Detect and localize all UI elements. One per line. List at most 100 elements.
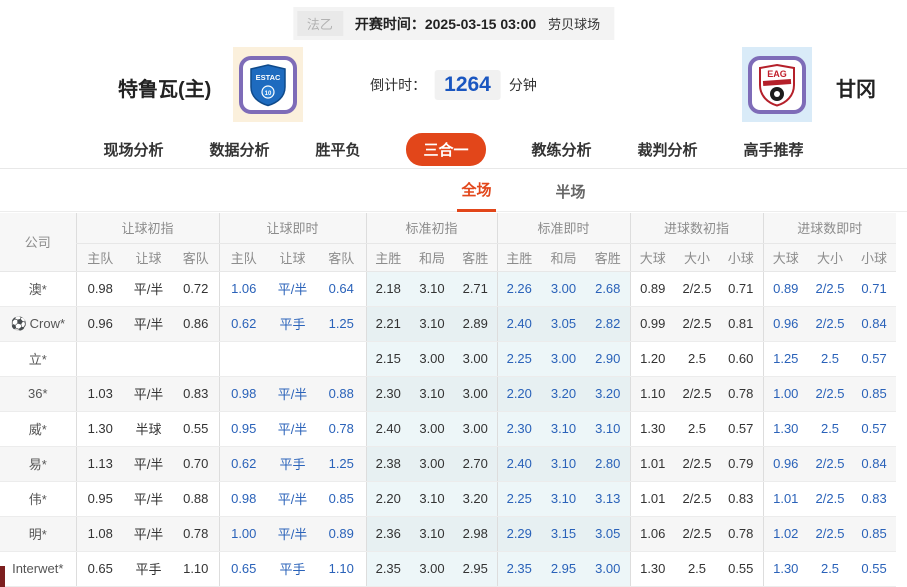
odds-cell: 0.95 bbox=[75, 481, 124, 517]
odds-tbody: 澳* 0.98 平/半 0.72 1.06 平/半 0.64 2.18 3.10 2.71 2.26… bbox=[0, 271, 897, 587]
odds-cell: 0.57 bbox=[719, 411, 764, 447]
odds-cell: 3.13 bbox=[586, 481, 630, 517]
odds-cell: 3.00 bbox=[410, 341, 454, 377]
odds-cell: 0.83 bbox=[852, 481, 897, 517]
odds-cell: 1.10 bbox=[173, 551, 219, 587]
svg-text:EAG: EAG bbox=[767, 69, 787, 79]
nav-tab[interactable]: 现场分析 bbox=[103, 139, 163, 160]
odds-cell: 2.95 bbox=[541, 551, 586, 587]
odds-cell: 1.30 bbox=[762, 411, 809, 447]
odds-cell: 0.78 bbox=[719, 516, 764, 552]
odds-cell: 平/半 bbox=[268, 376, 317, 412]
table-row: 明* 1.08 平/半 0.78 1.00 平/半 0.89 2.36 3.10 2.98 2.29… bbox=[0, 516, 897, 552]
nav-tab[interactable]: 数据分析 bbox=[209, 139, 269, 160]
odds-cell: 1.30 bbox=[629, 551, 675, 587]
odds-cell: 2.30 bbox=[496, 411, 541, 447]
countdown-label: 倒计时： bbox=[370, 77, 427, 93]
odds-cell: 2.5 bbox=[808, 551, 853, 587]
odds-cell bbox=[124, 341, 173, 377]
odds-cell: 0.65 bbox=[75, 551, 124, 587]
sub-header: 客队 bbox=[317, 243, 366, 272]
odds-cell: 2.40 bbox=[365, 411, 410, 447]
odds-cell: 平手 bbox=[268, 551, 317, 587]
company-cell: 易* bbox=[0, 446, 76, 482]
home-team-logo-icon: ESTAC 10 bbox=[239, 55, 297, 114]
home-team-badge: ESTAC 10 bbox=[233, 47, 303, 122]
sub-tab[interactable]: 全场 bbox=[457, 169, 496, 212]
odds-cell: 1.06 bbox=[218, 271, 268, 307]
odds-cell: 平/半 bbox=[268, 271, 317, 307]
odds-cell: 2/2.5 bbox=[808, 516, 853, 552]
nav-tab[interactable]: 胜平负 bbox=[315, 139, 360, 160]
odds-cell: 平/半 bbox=[124, 376, 173, 412]
odds-cell: 3.00 bbox=[541, 341, 586, 377]
odds-cell: 2.82 bbox=[586, 306, 630, 342]
odds-cell: 1.30 bbox=[762, 551, 809, 587]
odds-cell bbox=[173, 341, 219, 377]
odds-cell: 0.65 bbox=[218, 551, 268, 587]
away-team-name: 甘冈 bbox=[836, 79, 876, 101]
away-team-logo-icon: EAG bbox=[748, 55, 806, 114]
odds-cell: 3.10 bbox=[410, 481, 454, 517]
odds-cell: 1.10 bbox=[317, 551, 366, 587]
sub-header: 客队 bbox=[173, 243, 219, 272]
odds-cell: 1.01 bbox=[629, 481, 675, 517]
odds-cell: 0.89 bbox=[317, 516, 366, 552]
odds-cell: 0.98 bbox=[218, 481, 268, 517]
odds-cell: 1.00 bbox=[762, 376, 809, 412]
odds-cell: 2.90 bbox=[586, 341, 630, 377]
sub-header: 客胜 bbox=[586, 243, 630, 272]
nav-tab[interactable]: 教练分析 bbox=[532, 139, 592, 160]
svg-text:ESTAC: ESTAC bbox=[256, 73, 281, 82]
odds-cell: 0.81 bbox=[719, 306, 764, 342]
table-row: 易* 1.13 平/半 0.70 0.62 平手 1.25 2.38 3.00 2.70 2.40 3… bbox=[0, 446, 897, 482]
sub-header: 主队 bbox=[218, 243, 268, 272]
group-header-live-goals: 进球数即时 bbox=[762, 213, 897, 244]
sub-tab[interactable]: 半场 bbox=[552, 171, 590, 211]
odds-cell: 2.26 bbox=[496, 271, 541, 307]
odds-cell: 2.5 bbox=[808, 411, 853, 447]
odds-cell: 2.68 bbox=[586, 271, 630, 307]
odds-cell: 2/2.5 bbox=[808, 446, 853, 482]
odds-cell: 半球 bbox=[124, 411, 173, 447]
odds-cell: 0.85 bbox=[317, 481, 366, 517]
sub-header: 大小 bbox=[808, 243, 853, 272]
odds-cell: 3.10 bbox=[541, 446, 586, 482]
odds-cell: 2.35 bbox=[496, 551, 541, 587]
odds-cell: 1.01 bbox=[762, 481, 809, 517]
odds-cell: 2.89 bbox=[454, 306, 497, 342]
company-cell: 立* bbox=[0, 341, 76, 377]
odds-cell: 0.86 bbox=[173, 306, 219, 342]
odds-cell: 0.88 bbox=[173, 481, 219, 517]
odds-cell: 平/半 bbox=[268, 411, 317, 447]
company-column-header: 公司 bbox=[0, 213, 76, 272]
sub-header: 让球 bbox=[124, 243, 173, 272]
table-row: 澳* 0.98 平/半 0.72 1.06 平/半 0.64 2.18 3.10 2.71 2.26… bbox=[0, 271, 897, 307]
odds-cell: 3.10 bbox=[541, 481, 586, 517]
odds-cell: 平/半 bbox=[124, 446, 173, 482]
odds-cell: 0.62 bbox=[218, 306, 268, 342]
nav-tab[interactable]: 高手推荐 bbox=[744, 139, 804, 160]
odds-cell: 2.15 bbox=[365, 341, 410, 377]
main-nav-tabs: 现场分析 数据分析 胜平负 三合一 教练分析 裁判分析 高手推荐 bbox=[0, 131, 907, 169]
sub-header: 主胜 bbox=[496, 243, 541, 272]
nav-tab[interactable]: 三合一 bbox=[406, 133, 486, 166]
countdown-value: 1264 bbox=[434, 70, 501, 100]
odds-cell: 2.70 bbox=[454, 446, 497, 482]
odds-cell: 3.10 bbox=[541, 411, 586, 447]
group-header-init-std: 标准初指 bbox=[365, 213, 497, 244]
odds-cell: 1.01 bbox=[629, 446, 675, 482]
odds-cell: 2.5 bbox=[675, 411, 719, 447]
odds-cell: 3.00 bbox=[454, 376, 497, 412]
partial-widget-edge bbox=[0, 566, 5, 587]
odds-cell: 2/2.5 bbox=[808, 306, 853, 342]
odds-cell: 平/半 bbox=[124, 516, 173, 552]
odds-cell: 1.03 bbox=[75, 376, 124, 412]
odds-cell bbox=[218, 341, 268, 377]
odds-cell: 平/半 bbox=[124, 306, 173, 342]
odds-cell: 3.05 bbox=[586, 516, 630, 552]
nav-tab[interactable]: 裁判分析 bbox=[638, 139, 698, 160]
odds-cell: 0.62 bbox=[218, 446, 268, 482]
odds-cell: 2/2.5 bbox=[675, 306, 719, 342]
countdown-unit: 分钟 bbox=[508, 77, 537, 93]
